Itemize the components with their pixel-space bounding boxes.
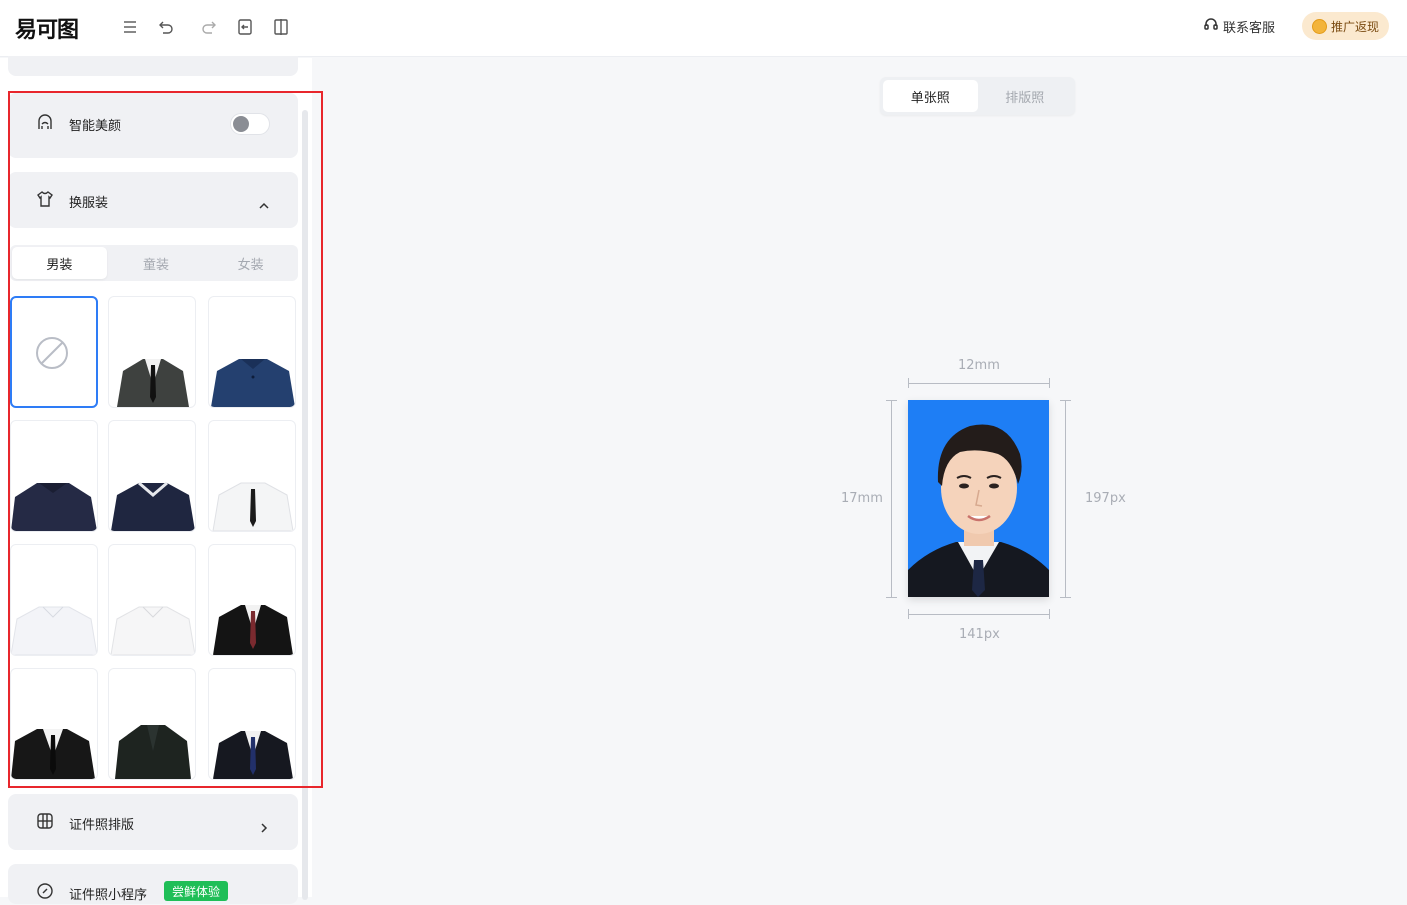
suit-image [213,605,293,655]
tick [1060,400,1071,401]
outfit-black-suit-dark[interactable] [108,668,196,780]
tick [1060,597,1071,598]
logo: 易可图 [15,18,79,43]
height-px-label: 197px [1085,491,1126,506]
height-right-line [1065,400,1066,598]
face-icon [35,112,55,136]
sidebar-scrollbar[interactable] [302,110,308,900]
smart-beauty-toggle[interactable] [230,113,270,135]
compare-icon[interactable] [270,16,292,38]
clothing-tabs: 男装 童装 女装 [10,245,298,281]
headset-icon [1203,16,1219,36]
shirt-icon [35,189,55,213]
top-bar: 易可图 联系客服 推广返现 [0,0,1407,57]
change-clothing-label: 换服装 [69,195,109,211]
id-photo-preview[interactable] [908,400,1049,597]
undo-icon[interactable] [155,16,177,38]
outfit-white-shirt-black-tie[interactable] [208,420,296,532]
width-bottom-line [908,614,1050,615]
chevron-up-icon[interactable] [258,197,270,209]
tick [1049,609,1050,619]
id-photo-layout-row: 证件照排版 [35,811,134,835]
tick [886,400,897,401]
width-top-line [908,383,1050,384]
height-left-line [891,400,892,598]
outfit-navy-polo-dark[interactable] [10,420,98,532]
smart-beauty-label: 智能美颜 [69,118,122,134]
outfit-black-suit-blue-tie[interactable] [208,668,296,780]
outfit-white-shirt[interactable] [10,544,98,656]
outfit-none[interactable] [10,296,98,408]
promo-button[interactable]: 推广返现 [1302,12,1390,40]
outfit-navy-polo[interactable] [208,296,296,408]
mini-program-row: 证件照小程序 [35,881,147,905]
shirt-image [212,482,294,531]
redo-icon[interactable] [198,16,220,38]
tick [886,597,897,598]
shirt-image [11,606,97,655]
suit-image [11,729,95,779]
tick [1049,378,1050,388]
outfit-navy-polo-white-collar[interactable] [108,420,196,532]
outfit-dark-gray-suit[interactable] [108,296,196,408]
chevron-right-icon[interactable] [258,819,270,833]
tick [908,609,909,619]
toggle-knob [233,116,249,132]
outfit-white-shirt-2[interactable] [108,544,196,656]
width-px-label: 141px [959,627,1000,642]
width-mm-label: 12mm [958,358,1000,373]
suit-image [117,359,189,407]
change-clothing-row: 换服装 [35,189,108,213]
no-outfit-icon [36,337,68,369]
tab-women[interactable]: 女装 [203,245,298,281]
tab-children[interactable]: 童装 [109,245,204,281]
coin-icon [1312,18,1327,34]
menu-icon[interactable] [119,16,141,38]
outfit-black-suit-black-tie[interactable] [10,668,98,780]
promo-label: 推广返现 [1331,19,1380,34]
photo-mode-switch: 单张照 排版照 [880,77,1075,115]
tab-single-photo[interactable]: 单张照 [883,80,978,112]
polo-image [211,359,295,407]
suit-image [115,725,191,779]
polo-image [111,481,195,531]
tick [908,378,909,388]
height-mm-label: 17mm [841,491,883,506]
shirt-image [110,606,195,655]
grid-icon [35,811,55,835]
previous-card [8,56,298,76]
portrait-image [908,400,1049,597]
mini-program-label: 证件照小程序 [69,887,148,903]
id-photo-layout-label: 证件照排版 [69,817,135,833]
polo-image [11,483,97,531]
customer-service-label: 联系客服 [1223,20,1276,36]
import-icon[interactable] [234,16,256,38]
customer-service-button[interactable]: 联系客服 [1203,16,1275,36]
suit-image [213,731,293,779]
tab-men[interactable]: 男装 [12,247,107,279]
link-icon [35,881,55,905]
outfit-black-suit-red-tie[interactable] [208,544,296,656]
smart-beauty-row: 智能美颜 [35,112,121,136]
trial-badge: 尝鲜体验 [164,881,229,901]
tab-layout-photo[interactable]: 排版照 [978,80,1073,112]
